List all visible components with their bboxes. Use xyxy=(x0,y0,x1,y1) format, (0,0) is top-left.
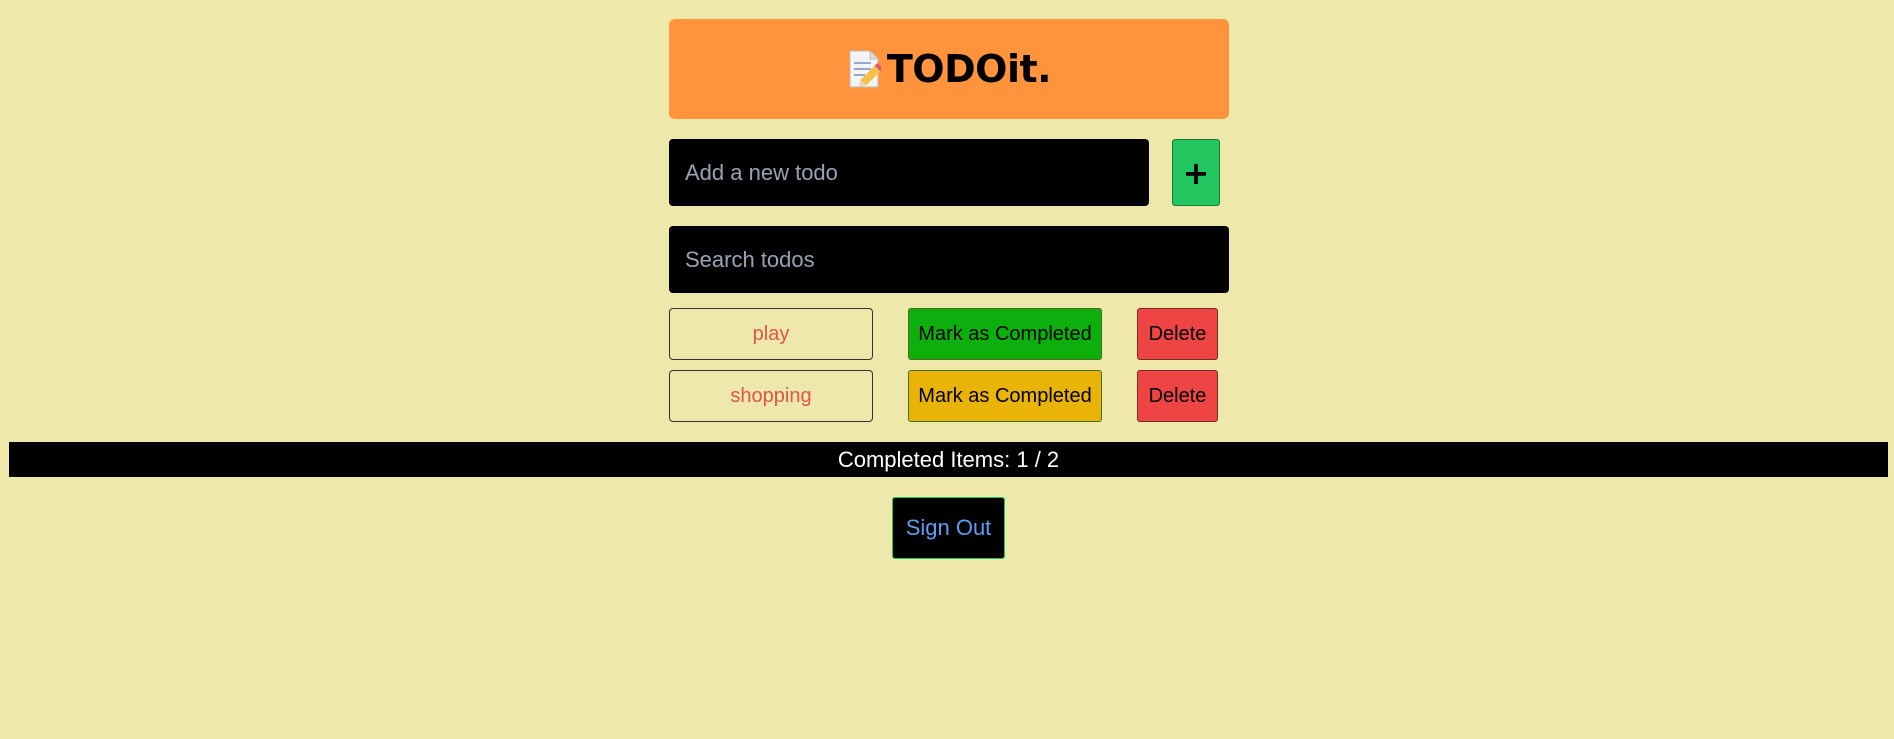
sign-out-button[interactable]: Sign Out xyxy=(892,497,1005,559)
mark-completed-button[interactable]: Mark as Completed xyxy=(908,370,1102,422)
mark-completed-button[interactable]: Mark as Completed xyxy=(908,308,1102,360)
todo-item: shopping Mark as Completed Delete xyxy=(669,370,1229,422)
todo-text: play xyxy=(669,308,873,360)
search-todos-input[interactable] xyxy=(669,226,1229,293)
delete-button[interactable]: Delete xyxy=(1137,308,1218,360)
todo-item: play Mark as Completed Delete xyxy=(669,308,1229,360)
todo-text: shopping xyxy=(669,370,873,422)
add-todo-input[interactable] xyxy=(669,139,1149,206)
app-header: TODOit. xyxy=(669,19,1229,119)
add-todo-button[interactable]: + xyxy=(1172,139,1220,206)
completed-items-status: Completed Items: 1 / 2 xyxy=(9,442,1888,477)
app-title: TODOit. xyxy=(886,47,1052,91)
memo-pencil-icon xyxy=(849,50,881,88)
delete-button[interactable]: Delete xyxy=(1137,370,1218,422)
